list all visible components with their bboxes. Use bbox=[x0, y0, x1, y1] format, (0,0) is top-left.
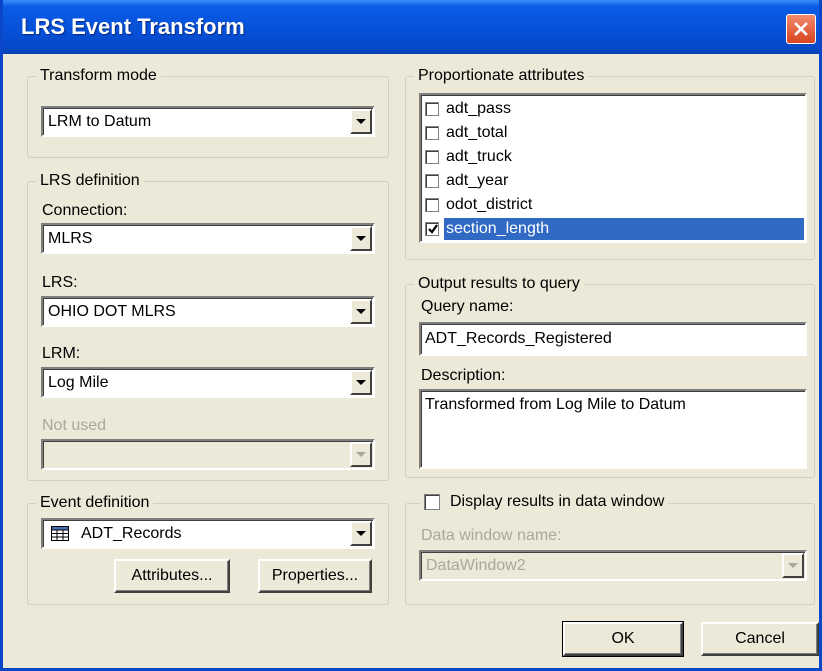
close-icon bbox=[794, 22, 808, 36]
description-value: Transformed from Log Mile to Datum bbox=[425, 396, 686, 413]
not-used-dropdown bbox=[41, 439, 375, 470]
attributes-button[interactable]: Attributes... bbox=[114, 559, 230, 593]
attribute-checkbox[interactable] bbox=[425, 102, 439, 116]
proportionate-attributes-group: Proportionate attributes adt_pass adt_tot… bbox=[405, 66, 815, 260]
connection-label: Connection: bbox=[42, 202, 128, 219]
display-results-checkbox-row[interactable]: Display results in data window bbox=[420, 492, 669, 512]
display-results-group: Display results in data window Data wind… bbox=[405, 492, 815, 605]
lrs-value: OHIO DOT MLRS bbox=[48, 303, 176, 320]
checkmark-icon bbox=[428, 224, 438, 234]
dropdown-arrow-button bbox=[350, 442, 372, 467]
lrs-dropdown[interactable]: OHIO DOT MLRS bbox=[41, 296, 375, 327]
chevron-down-icon bbox=[356, 309, 366, 314]
title-bar[interactable]: LRS Event Transform bbox=[3, 0, 819, 54]
properties-button[interactable]: Properties... bbox=[258, 559, 372, 593]
event-definition-group: Event definition ADT_Records Attributes.… bbox=[27, 493, 389, 605]
transform-mode-group: Transform mode LRM to Datum bbox=[27, 66, 389, 158]
event-definition-dropdown[interactable]: ADT_Records bbox=[41, 518, 375, 549]
attribute-list-item[interactable]: odot_district bbox=[425, 193, 805, 217]
attribute-list-item[interactable]: adt_year bbox=[425, 169, 805, 193]
attribute-label: adt_total bbox=[446, 124, 508, 141]
attribute-list-item[interactable]: adt_pass bbox=[425, 97, 805, 121]
attribute-checkbox[interactable] bbox=[425, 126, 439, 140]
table-icon bbox=[51, 526, 69, 541]
close-button[interactable] bbox=[786, 14, 816, 44]
query-name-input[interactable]: ADT_Records_Registered bbox=[419, 322, 807, 356]
chevron-down-icon bbox=[356, 236, 366, 241]
description-textarea[interactable]: Transformed from Log Mile to Datum bbox=[419, 389, 807, 469]
output-results-group: Output results to query Query name: ADT_… bbox=[405, 274, 815, 478]
attribute-checkbox[interactable] bbox=[425, 174, 439, 188]
not-used-label: Not used bbox=[42, 417, 107, 434]
proportionate-attributes-list[interactable]: adt_pass adt_total adt_truck adt_year odot_d… bbox=[419, 93, 807, 243]
lrs-definition-legend: LRS definition bbox=[36, 171, 144, 191]
dropdown-arrow-button[interactable] bbox=[350, 299, 372, 324]
lrm-label: LRM: bbox=[42, 345, 81, 362]
ok-button[interactable]: OK bbox=[562, 621, 684, 657]
transform-mode-dropdown[interactable]: LRM to Datum bbox=[41, 106, 375, 137]
data-window-name-label: Data window name: bbox=[421, 527, 562, 544]
chevron-down-icon bbox=[356, 531, 366, 536]
lrs-definition-group: LRS definition Connection: MLRS LRS: OHI… bbox=[27, 171, 389, 481]
data-window-name-dropdown: DataWindow2 bbox=[419, 550, 807, 581]
proportionate-attributes-legend: Proportionate attributes bbox=[414, 66, 589, 86]
query-name-label: Query name: bbox=[421, 298, 514, 315]
display-results-checkbox[interactable] bbox=[424, 494, 440, 510]
lrm-dropdown[interactable]: Log Mile bbox=[41, 367, 375, 398]
window-title: LRS Event Transform bbox=[21, 14, 245, 39]
attribute-checkbox[interactable] bbox=[425, 150, 439, 164]
query-name-value: ADT_Records_Registered bbox=[425, 330, 612, 347]
dropdown-arrow-button[interactable] bbox=[350, 109, 372, 134]
attribute-label: adt_year bbox=[446, 172, 509, 189]
connection-value: MLRS bbox=[48, 230, 93, 247]
attribute-label: section_length bbox=[444, 218, 804, 240]
attribute-label: adt_truck bbox=[446, 148, 512, 165]
chevron-down-icon bbox=[356, 452, 366, 457]
attribute-list-item[interactable]: section_length bbox=[425, 217, 805, 241]
event-definition-legend: Event definition bbox=[36, 493, 154, 513]
attribute-list-item[interactable]: adt_total bbox=[425, 121, 805, 145]
dropdown-arrow-button[interactable] bbox=[350, 370, 372, 395]
lrs-label: LRS: bbox=[42, 274, 78, 291]
lrm-value: Log Mile bbox=[48, 374, 109, 391]
event-definition-value: ADT_Records bbox=[81, 525, 182, 542]
display-results-label: Display results in data window bbox=[450, 493, 665, 510]
attribute-label: adt_pass bbox=[446, 100, 511, 117]
transform-mode-legend: Transform mode bbox=[36, 66, 161, 86]
lrs-event-transform-dialog: LRS Event Transform Transform mode LRM t… bbox=[0, 0, 822, 671]
connection-dropdown[interactable]: MLRS bbox=[41, 223, 375, 254]
dropdown-arrow-button[interactable] bbox=[350, 521, 372, 546]
dropdown-arrow-button[interactable] bbox=[350, 226, 372, 251]
attribute-checkbox[interactable] bbox=[425, 222, 439, 236]
chevron-down-icon bbox=[788, 563, 798, 568]
attribute-list-item[interactable]: adt_truck bbox=[425, 145, 805, 169]
chevron-down-icon bbox=[356, 380, 366, 385]
chevron-down-icon bbox=[356, 119, 366, 124]
output-results-legend: Output results to query bbox=[414, 274, 584, 294]
attribute-checkbox[interactable] bbox=[425, 198, 439, 212]
data-window-name-value: DataWindow2 bbox=[426, 557, 526, 574]
description-label: Description: bbox=[421, 367, 506, 384]
dropdown-arrow-button bbox=[782, 553, 804, 578]
attribute-label: odot_district bbox=[446, 196, 533, 213]
cancel-button[interactable]: Cancel bbox=[701, 622, 819, 656]
transform-mode-value: LRM to Datum bbox=[48, 113, 152, 130]
